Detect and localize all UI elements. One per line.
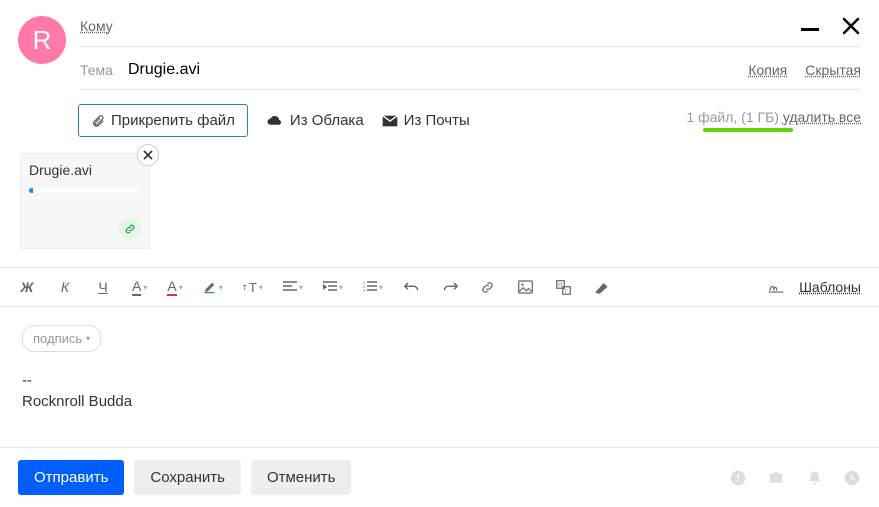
list-icon: 123 [363,281,377,293]
importance-icon [730,470,746,486]
read-receipt-button[interactable] [767,469,785,487]
link-icon [124,223,136,235]
avatar: R [18,16,66,64]
underline-button[interactable]: Ч [94,278,112,296]
undo-icon [404,280,420,294]
remove-attachment-button[interactable] [137,144,159,166]
clear-format-button[interactable] [593,278,611,296]
translate-icon: ПT [556,280,571,295]
marker-icon [203,280,217,294]
image-icon [518,280,533,294]
file-progress-bar [29,188,139,193]
close-button[interactable] [841,16,861,36]
attachment-status: 1 файл, (1 ГБ) удалить все [686,109,861,132]
clock-icon [844,470,860,486]
from-cloud-button[interactable]: Из Облака [266,112,364,129]
signature-dropdown-label: подпись [33,331,82,346]
to-label[interactable]: Кому [80,18,113,34]
save-button[interactable]: Сохранить [134,460,241,495]
cc-link[interactable]: Копия [748,62,787,78]
reminder-button[interactable] [805,469,823,487]
subject-input[interactable]: Drugie.avi [128,61,748,79]
close-icon [143,150,153,160]
font-family-button[interactable]: A▾ [132,278,147,296]
schedule-button[interactable] [843,469,861,487]
importance-button[interactable] [729,469,747,487]
font-size-button[interactable]: тT▾ [243,280,263,295]
bold-button[interactable]: Ж [18,278,36,296]
from-cloud-label: Из Облака [290,112,364,129]
from-mail-button[interactable]: Из Почты [382,112,470,129]
bell-icon [807,470,822,486]
send-button[interactable]: Отправить [18,460,124,495]
subject-label: Тема [80,62,128,78]
attach-file-label: Прикрепить файл [111,112,235,129]
upload-progress-bar [703,128,793,132]
mail-icon [382,115,398,127]
svg-text:П: П [559,282,563,288]
indent-button[interactable]: ▾ [323,281,343,293]
cancel-button[interactable]: Отменить [251,460,352,495]
signature-block: -- Rocknroll Budda [22,370,857,412]
chevron-down-icon: ▾ [86,334,90,343]
link-icon [480,280,495,295]
font-color-button[interactable]: A▾ [167,278,182,296]
attachment-tile: Drugie.avi [20,153,150,249]
templates-link[interactable]: Шаблоны [799,279,861,295]
svg-text:1: 1 [363,281,366,285]
signature-icon [768,280,784,294]
italic-button[interactable]: К [56,278,74,296]
signature-name: Rocknroll Budda [22,391,857,412]
paperclip-icon [91,114,105,128]
redo-button[interactable] [441,278,459,296]
remove-all-link[interactable]: удалить все [783,109,861,125]
format-toolbar: Ж К Ч A▾ A▾ ▾ тT▾ ▾ ▾ 123▾ ПT Шаблоны [0,267,879,307]
indent-icon [323,281,337,293]
receipt-icon [768,470,784,486]
redo-icon [442,280,458,294]
eraser-icon [594,281,609,294]
message-body[interactable]: подпись ▾ -- Rocknroll Budda [0,307,879,447]
insert-link-button[interactable] [479,278,497,296]
from-mail-label: Из Почты [404,112,470,129]
align-button[interactable]: ▾ [283,281,303,293]
signature-toolbar-button[interactable] [767,278,785,296]
attachment-count: 1 файл, (1 ГБ) [686,109,779,125]
signature-divider: -- [22,370,857,391]
svg-text:T: T [565,288,569,294]
highlight-color-button[interactable]: ▾ [203,280,223,294]
insert-image-button[interactable] [517,278,535,296]
signature-dropdown[interactable]: подпись ▾ [22,325,101,352]
attachment-filename: Drugie.avi [29,162,141,178]
list-button[interactable]: 123▾ [363,281,383,293]
minimize-button[interactable] [801,28,819,31]
translate-button[interactable]: ПT [555,278,573,296]
attach-file-button[interactable]: Прикрепить файл [78,104,248,137]
bcc-link[interactable]: Скрытая [805,62,861,78]
svg-text:2: 2 [363,284,366,289]
align-icon [283,281,297,293]
cloud-icon [266,114,284,128]
attachment-link-button[interactable] [119,218,141,240]
svg-text:3: 3 [363,288,366,293]
undo-button[interactable] [403,278,421,296]
